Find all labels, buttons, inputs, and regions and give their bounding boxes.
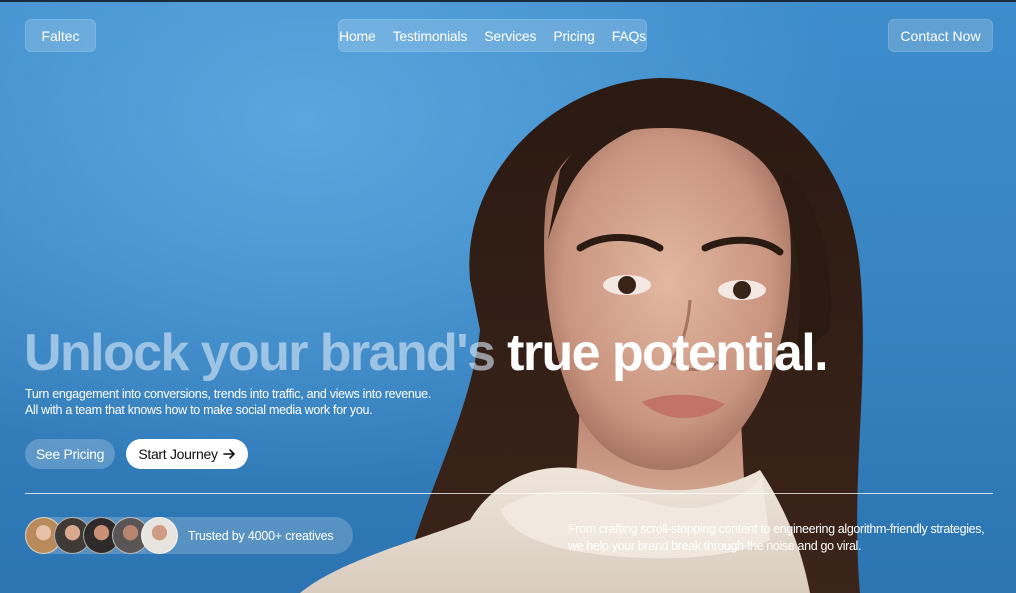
hero-blurb-line-1: From crafting scroll-stopping content to…: [568, 522, 985, 536]
see-pricing-label: See Pricing: [35, 446, 105, 462]
brand-logo[interactable]: Faltec: [25, 19, 96, 52]
hero-blurb-line-2: we help your brand break through the noi…: [568, 539, 862, 553]
nav-item-faqs[interactable]: FAQs: [612, 28, 646, 44]
brand-name: Faltec: [41, 27, 80, 44]
nav-item-testimonials[interactable]: Testimonials: [393, 28, 468, 44]
see-pricing-button[interactable]: See Pricing: [25, 439, 115, 469]
arrow-right-icon: [222, 449, 235, 459]
headline-muted-text: Unlock your brand's: [24, 324, 496, 382]
headline-bright-text: true potential.: [507, 324, 828, 382]
trusted-by-badge: Trusted by 4000+ creatives: [25, 517, 353, 554]
hero-portrait-image: [300, 78, 863, 593]
hero-blurb: From crafting scroll-stopping content to…: [568, 521, 998, 555]
hero-section: Faltec Home Testimonials Services Pricin…: [0, 0, 1016, 593]
contact-now-label: Contact Now: [900, 27, 981, 44]
hero-subtext: Turn engagement into conversions, trends…: [25, 386, 445, 418]
nav-item-home[interactable]: Home: [339, 28, 376, 44]
start-journey-label: Start Journey: [138, 446, 218, 462]
hero-subtext-line-1: Turn engagement into conversions, trends…: [25, 387, 432, 401]
nav-item-services[interactable]: Services: [484, 28, 536, 44]
main-nav: Home Testimonials Services Pricing FAQs: [338, 19, 647, 52]
avatar: [141, 517, 178, 554]
hero-subtext-line-2: All with a team that knows how to make s…: [25, 403, 373, 417]
trusted-by-label: Trusted by 4000+ creatives: [188, 528, 334, 543]
hero-divider: [25, 493, 993, 494]
start-journey-button[interactable]: Start Journey: [126, 439, 248, 469]
hero-headline: Unlock your brand's true potential.: [24, 323, 829, 383]
nav-item-pricing[interactable]: Pricing: [553, 28, 595, 44]
contact-now-button[interactable]: Contact Now: [888, 19, 993, 52]
